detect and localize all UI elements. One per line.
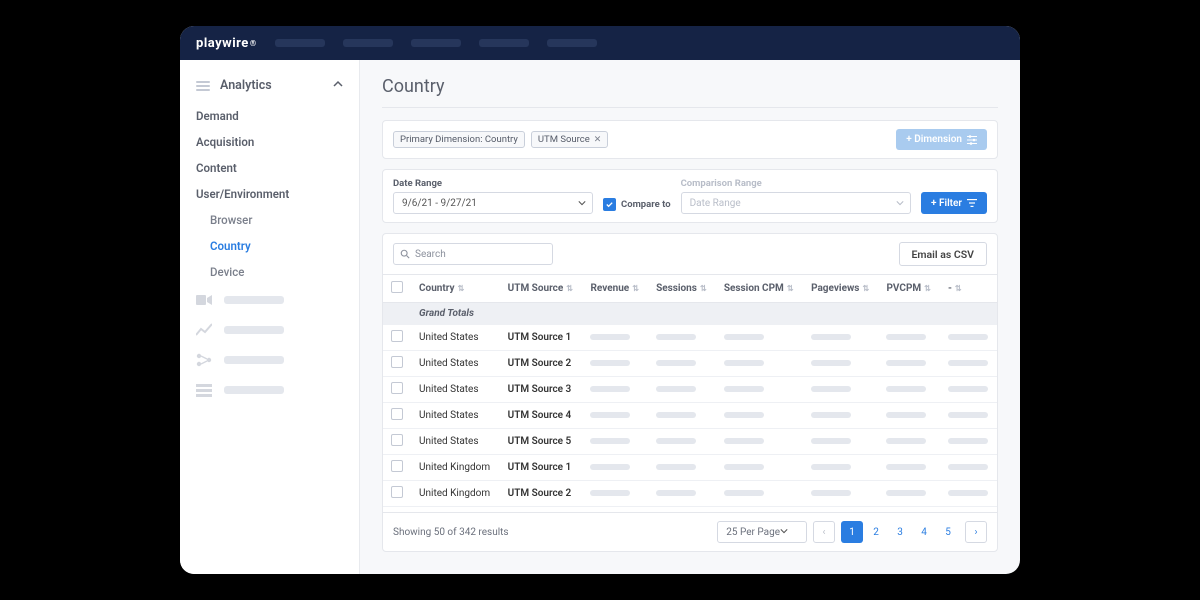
chevron-up-icon	[333, 78, 343, 93]
row-checkbox[interactable]	[391, 460, 403, 472]
chevron-down-icon	[578, 199, 586, 210]
search-input[interactable]: Search	[393, 243, 553, 265]
page-title: Country	[382, 76, 998, 108]
brand-logo: playwire®	[196, 36, 257, 51]
table-row[interactable]: United StatesUTM Source 5	[383, 429, 997, 455]
nodes-icon	[196, 353, 212, 367]
filters-panel: Date Range 9/6/21 - 9/27/21 Compare to C…	[382, 169, 998, 223]
topnav-item[interactable]	[547, 39, 597, 47]
checkbox-checked-icon	[603, 198, 616, 211]
table-row[interactable]: United KingdomUTM Source 2	[383, 481, 997, 507]
row-checkbox[interactable]	[391, 408, 403, 420]
main-content: Country Primary Dimension: Country UTM S…	[360, 60, 1020, 574]
row-checkbox[interactable]	[391, 356, 403, 368]
dimension-chip-primary[interactable]: Primary Dimension: Country	[393, 131, 525, 148]
filter-button[interactable]: + Filter	[921, 192, 987, 214]
column-header[interactable]: -⇅	[940, 275, 997, 303]
row-checkbox[interactable]	[391, 486, 403, 498]
column-header[interactable]: Revenue⇅	[582, 275, 648, 303]
topnav-item[interactable]	[479, 39, 529, 47]
sidebar-item-user-environment[interactable]: User/Environment	[180, 181, 359, 207]
sidebar-item-placeholder[interactable]	[180, 345, 359, 375]
table-panel: Search Email as CSV Country⇅UTM Source⇅R…	[382, 233, 998, 552]
sidebar-section-label: Analytics	[220, 78, 272, 93]
video-icon	[196, 293, 212, 307]
page-prev-button[interactable]: ‹	[813, 521, 835, 543]
table-footer: Showing 50 of 342 results 25 Per Page ‹ …	[383, 512, 997, 551]
compare-to-toggle[interactable]: Compare to	[603, 198, 671, 214]
column-header[interactable]: PVCPM⇅	[878, 275, 939, 303]
column-header[interactable]: Sessions⇅	[648, 275, 716, 303]
sidebar-item-content[interactable]: Content	[180, 155, 359, 181]
chart-line-icon	[196, 323, 212, 337]
topnav-item[interactable]	[275, 39, 325, 47]
column-header[interactable]: UTM Source⇅	[500, 275, 583, 303]
app-window: playwire® Analytics Demand Acquisition C…	[180, 26, 1020, 574]
sliders-icon	[967, 135, 977, 145]
column-header[interactable]: Session CPM⇅	[716, 275, 803, 303]
date-range-select[interactable]: 9/6/21 - 9/27/21	[393, 192, 593, 214]
grand-totals-row: Grand Totals	[383, 303, 997, 325]
sidebar-item-acquisition[interactable]: Acquisition	[180, 129, 359, 155]
comparison-range-select[interactable]: Date Range	[681, 192, 911, 214]
results-summary: Showing 50 of 342 results	[393, 527, 509, 538]
dimension-panel: Primary Dimension: Country UTM Source ✕ …	[382, 120, 998, 159]
close-icon[interactable]: ✕	[594, 135, 602, 145]
column-header[interactable]: Pageviews⇅	[803, 275, 878, 303]
page-next-button[interactable]: ›	[965, 521, 987, 543]
chevron-down-icon	[896, 199, 904, 210]
data-table: Country⇅UTM Source⇅Revenue⇅Sessions⇅Sess…	[383, 274, 997, 512]
dimension-chip-utm[interactable]: UTM Source ✕	[531, 131, 608, 148]
sidebar: Analytics Demand Acquisition Content Use…	[180, 60, 360, 574]
table-row[interactable]: United KingdomUTM Source 1	[383, 455, 997, 481]
list-icon	[196, 383, 212, 397]
row-checkbox[interactable]	[391, 330, 403, 342]
row-checkbox[interactable]	[391, 382, 403, 394]
per-page-select[interactable]: 25 Per Page	[717, 521, 807, 543]
topnav-item[interactable]	[411, 39, 461, 47]
table-row[interactable]: United StatesUTM Source 1	[383, 325, 997, 351]
chevron-down-icon	[780, 527, 788, 538]
sidebar-item-demand[interactable]: Demand	[180, 103, 359, 129]
comparison-range-label: Comparison Range	[681, 178, 911, 189]
date-range-label: Date Range	[393, 178, 593, 189]
menu-icon	[196, 81, 210, 91]
topbar: playwire®	[180, 26, 1020, 60]
table-row[interactable]: United StatesUTM Source 3	[383, 377, 997, 403]
sidebar-item-placeholder[interactable]	[180, 375, 359, 405]
row-checkbox[interactable]	[391, 434, 403, 446]
table-row[interactable]: United StatesUTM Source 2	[383, 351, 997, 377]
sidebar-section-analytics[interactable]: Analytics	[180, 74, 359, 103]
sidebar-item-browser[interactable]: Browser	[180, 207, 359, 233]
sidebar-item-country[interactable]: Country	[180, 233, 359, 259]
email-csv-button[interactable]: Email as CSV	[899, 242, 988, 266]
page-number-button[interactable]: 5	[937, 521, 959, 543]
page-number-button[interactable]: 1	[841, 521, 863, 543]
sidebar-item-device[interactable]: Device	[180, 259, 359, 285]
topnav-item[interactable]	[343, 39, 393, 47]
search-icon	[400, 249, 410, 259]
select-all-checkbox[interactable]	[391, 281, 403, 293]
page-number-button[interactable]: 3	[889, 521, 911, 543]
filter-icon	[967, 198, 977, 208]
table-row[interactable]: United StatesUTM Source 4	[383, 403, 997, 429]
page-number-button[interactable]: 4	[913, 521, 935, 543]
sidebar-item-placeholder[interactable]	[180, 285, 359, 315]
sidebar-item-placeholder[interactable]	[180, 315, 359, 345]
column-header[interactable]: Country⇅	[411, 275, 500, 303]
page-number-button[interactable]: 2	[865, 521, 887, 543]
add-dimension-button[interactable]: + Dimension	[896, 129, 987, 150]
